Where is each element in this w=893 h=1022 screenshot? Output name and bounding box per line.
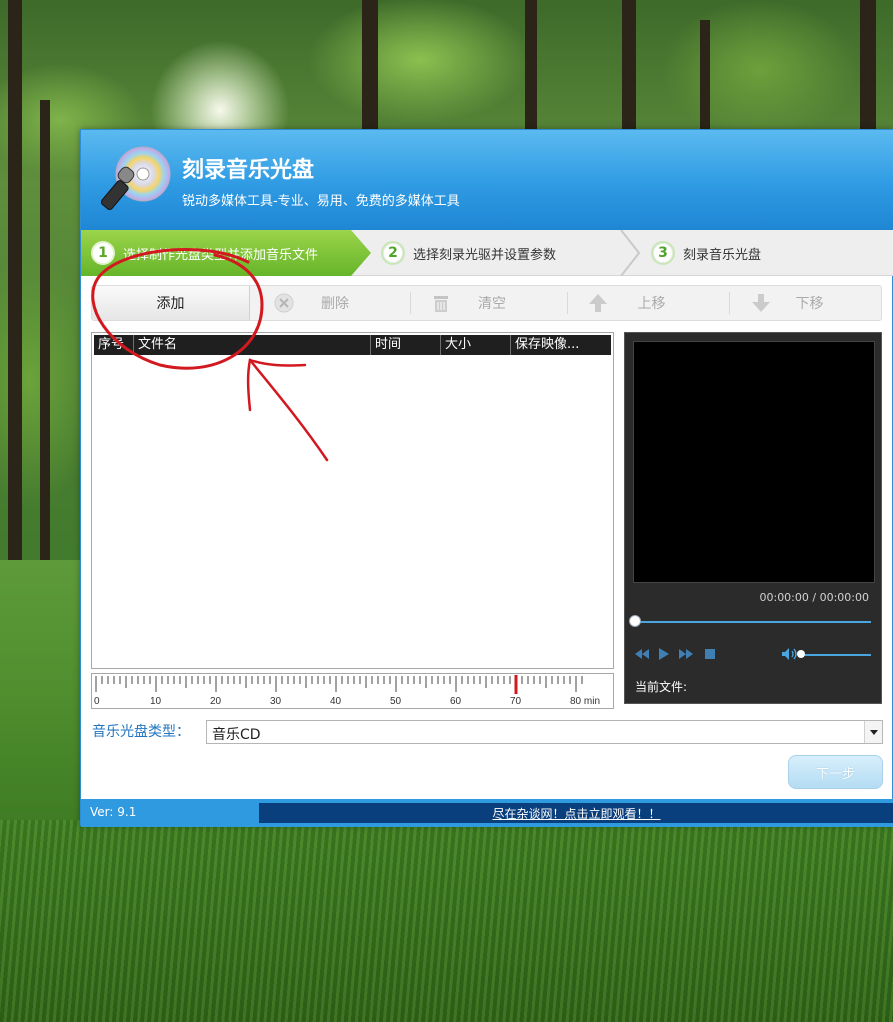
ruler-label: 20 xyxy=(210,696,222,707)
column-header-save-image[interactable]: 保存映像... xyxy=(511,335,611,355)
arrow-down-icon xyxy=(752,294,770,312)
ruler-label: 60 xyxy=(450,696,462,707)
step-label: 刻录音乐光盘 xyxy=(683,247,762,263)
toolbar-separator xyxy=(567,292,568,314)
wizard-steps: 1 选择制作光盘类型并添加音乐文件 2 选择刻录光驱并设置参数 3 刻录音乐光盘 xyxy=(81,230,893,276)
disc-type-value: 音乐CD xyxy=(212,727,261,743)
ruler-label: 0 xyxy=(94,696,100,707)
dropdown-arrow[interactable] xyxy=(864,721,882,743)
status-bar: Ver: 9.1 尽在杂谈网！点击立即观看！！ xyxy=(81,799,893,827)
step-label: 选择刻录光驱并设置参数 xyxy=(413,247,557,263)
ruler-label: 70 xyxy=(510,696,522,707)
tree-trunk xyxy=(525,0,537,130)
burn-music-disc-window: 刻录音乐光盘 锐动多媒体工具-专业、易用、免费的多媒体工具 1 选择制作光盘类型… xyxy=(80,129,893,827)
step-number: 1 xyxy=(91,241,115,265)
column-header-filename[interactable]: 文件名 xyxy=(134,335,371,355)
table-header: 序号 文件名 时间 大小 保存映像... xyxy=(94,335,611,355)
playback-time: 00:00:00 / 00:00:00 xyxy=(759,591,869,604)
play-icon[interactable] xyxy=(657,647,671,661)
step-number: 2 xyxy=(381,241,405,265)
music-disc-logo-icon xyxy=(101,146,171,211)
disc-type-select[interactable]: 音乐CD xyxy=(206,720,883,744)
add-button-label: 添加 xyxy=(156,296,185,312)
ruler-label: 10 xyxy=(150,696,162,707)
move-down-button[interactable]: 下移 xyxy=(737,286,882,320)
toolbar-separator xyxy=(410,292,411,314)
tree-trunk xyxy=(40,100,50,570)
tree-trunk xyxy=(622,0,636,130)
column-header-index[interactable]: 序号 xyxy=(94,335,134,355)
stop-icon[interactable] xyxy=(703,647,717,661)
step-1[interactable]: 1 选择制作光盘类型并添加音乐文件 xyxy=(81,230,371,276)
move-up-button-label: 上移 xyxy=(637,296,666,312)
music-file-list[interactable]: 序号 文件名 时间 大小 保存映像... xyxy=(91,332,614,669)
trash-icon xyxy=(434,296,448,312)
capacity-ruler-scale: 0 10 20 30 40 50 60 70 80 min xyxy=(94,675,600,707)
add-button[interactable]: 添加 xyxy=(92,286,250,320)
rewind-icon[interactable] xyxy=(635,647,649,661)
capacity-ruler: 0 10 20 30 40 50 60 70 80 min xyxy=(91,673,614,709)
tree-trunk xyxy=(700,20,710,130)
move-down-button-label: 下移 xyxy=(795,296,824,312)
step-separator-icon xyxy=(620,230,641,276)
clear-button-label: 清空 xyxy=(478,296,506,312)
column-header-size[interactable]: 大小 xyxy=(441,335,511,355)
toolbar-separator xyxy=(729,292,730,314)
fast-forward-icon[interactable] xyxy=(679,647,693,661)
tree-trunk xyxy=(362,0,378,130)
file-toolbar: 添加 删除 清空 上移 下移 xyxy=(91,285,882,321)
step-3[interactable]: 3 刻录音乐光盘 xyxy=(641,230,891,276)
grass-texture xyxy=(0,820,893,1022)
column-header-time[interactable]: 时间 xyxy=(371,335,441,355)
app-subtitle: 锐动多媒体工具-专业、易用、免费的多媒体工具 xyxy=(182,194,460,209)
ruler-label: 30 xyxy=(270,696,282,707)
delete-button[interactable]: 删除 xyxy=(260,286,410,320)
delete-icon xyxy=(274,293,294,313)
current-file-label: 当前文件: xyxy=(635,680,688,694)
preview-player: 00:00:00 / 00:00:00 当前文件: xyxy=(624,332,882,704)
version-label: Ver: 9.1 xyxy=(90,805,137,819)
window-header: 刻录音乐光盘 锐动多媒体工具-专业、易用、免费的多媒体工具 xyxy=(81,130,893,230)
seek-handle[interactable] xyxy=(629,615,641,627)
volume-slider[interactable] xyxy=(801,654,871,656)
ruler-label: 40 xyxy=(330,696,342,707)
delete-button-label: 删除 xyxy=(321,296,349,312)
move-up-button[interactable]: 上移 xyxy=(574,286,729,320)
promo-banner[interactable]: 尽在杂谈网！点击立即观看！！ xyxy=(259,803,893,823)
arrow-up-icon xyxy=(589,294,607,312)
disc-type-label: 音乐光盘类型： xyxy=(92,724,190,740)
clear-button[interactable]: 清空 xyxy=(417,286,567,320)
app-title: 刻录音乐光盘 xyxy=(182,158,315,183)
volume-handle[interactable] xyxy=(797,650,805,658)
step-2[interactable]: 2 选择刻录光驱并设置参数 xyxy=(371,230,641,276)
video-screen xyxy=(633,341,875,583)
chevron-down-icon xyxy=(870,730,878,735)
ruler-label: 80 min xyxy=(570,696,600,707)
tree-trunk xyxy=(860,0,876,130)
tree-trunk xyxy=(8,0,22,560)
ruler-label: 50 xyxy=(390,696,402,707)
next-step-button[interactable]: 下一步 xyxy=(788,755,883,789)
step-number: 3 xyxy=(651,241,675,265)
step-label: 选择制作光盘类型并添加音乐文件 xyxy=(123,247,319,263)
promo-link[interactable]: 尽在杂谈网！点击立即观看！！ xyxy=(259,805,893,822)
seek-bar[interactable] xyxy=(635,621,871,623)
